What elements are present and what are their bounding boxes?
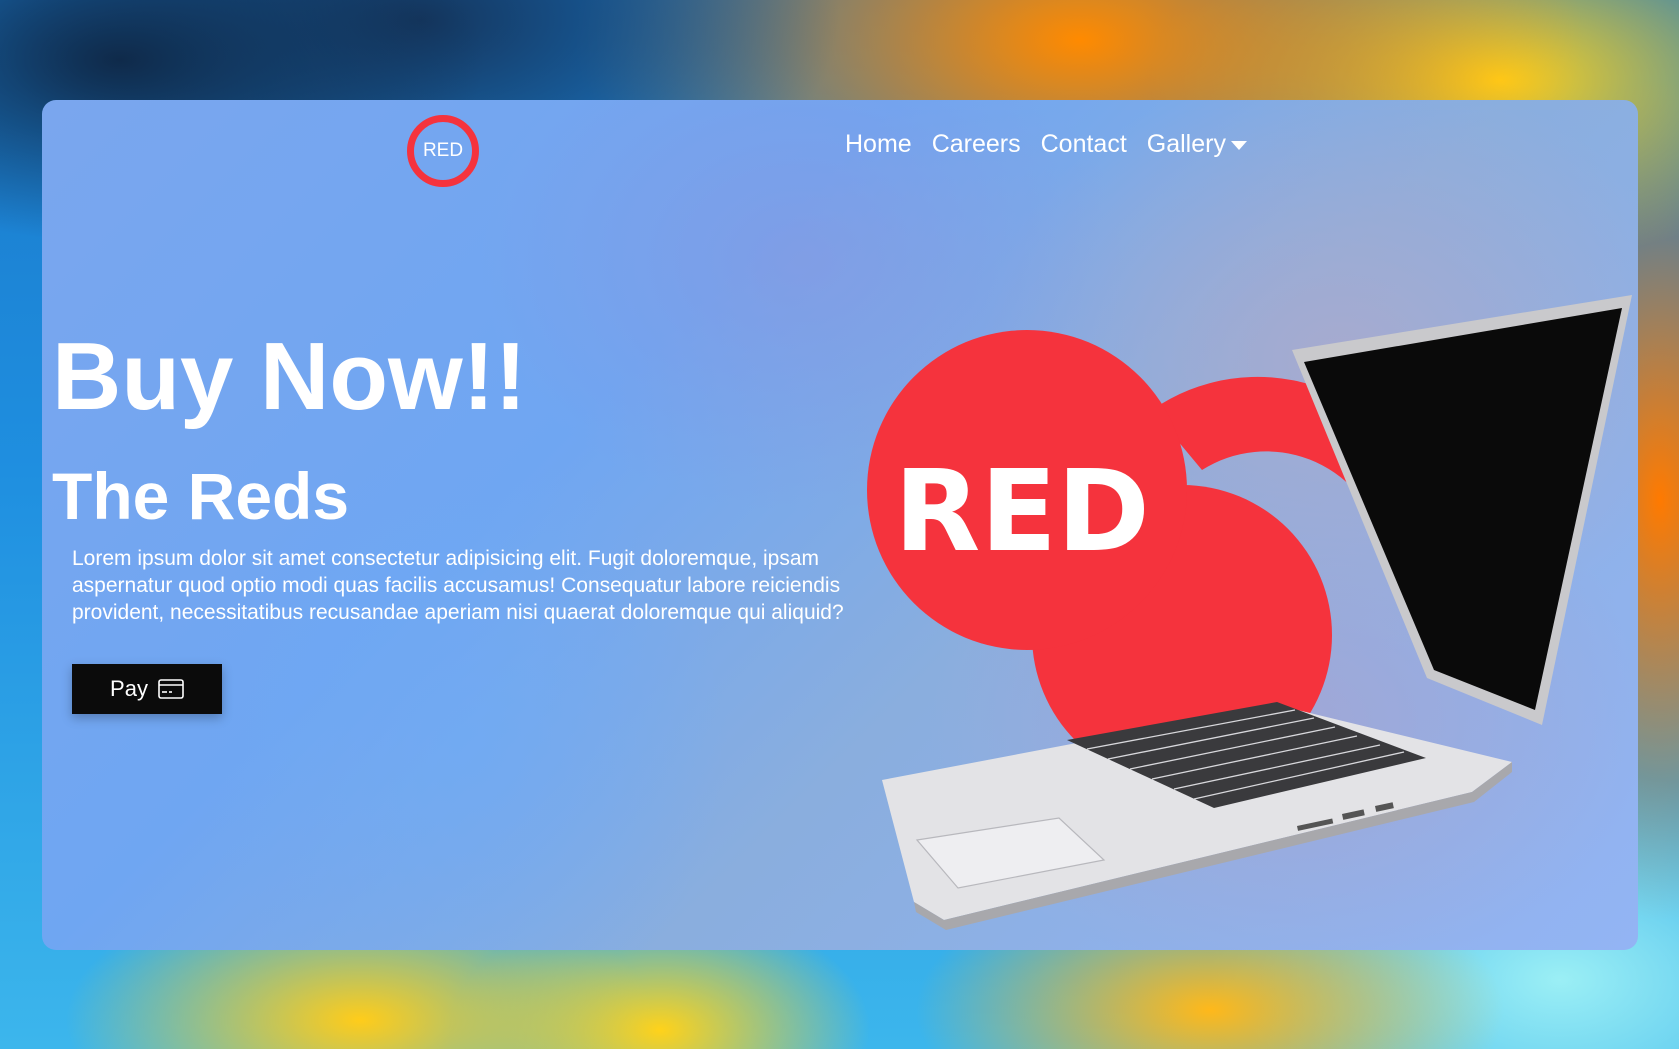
nav-home[interactable]: Home (845, 130, 912, 159)
nav-contact[interactable]: Contact (1041, 130, 1127, 159)
hero-subheadline: The Reds (52, 459, 350, 533)
brand-logo[interactable]: RED (407, 115, 479, 187)
caret-down-icon (1230, 140, 1247, 150)
nav-gallery[interactable]: Gallery (1147, 130, 1247, 159)
hero-card: RED Home Careers Contact Gallery Buy Now… (42, 100, 1638, 950)
hero-description: Lorem ipsum dolor sit amet consectetur a… (72, 547, 844, 624)
pay-button[interactable]: Pay (72, 664, 222, 714)
nav-gallery-label: Gallery (1146, 130, 1226, 158)
logo-text: RED (422, 140, 464, 161)
pay-button-label: Pay (110, 676, 148, 701)
laptop-screen (1304, 308, 1622, 710)
red-badge-text: RED (894, 447, 1150, 577)
main-nav: Home Careers Contact Gallery (845, 130, 1247, 159)
laptop-illustration: RED (867, 295, 1632, 930)
credit-card-icon (158, 679, 184, 699)
nav-careers[interactable]: Careers (932, 130, 1021, 159)
hero-headline: Buy Now!! (52, 323, 527, 430)
